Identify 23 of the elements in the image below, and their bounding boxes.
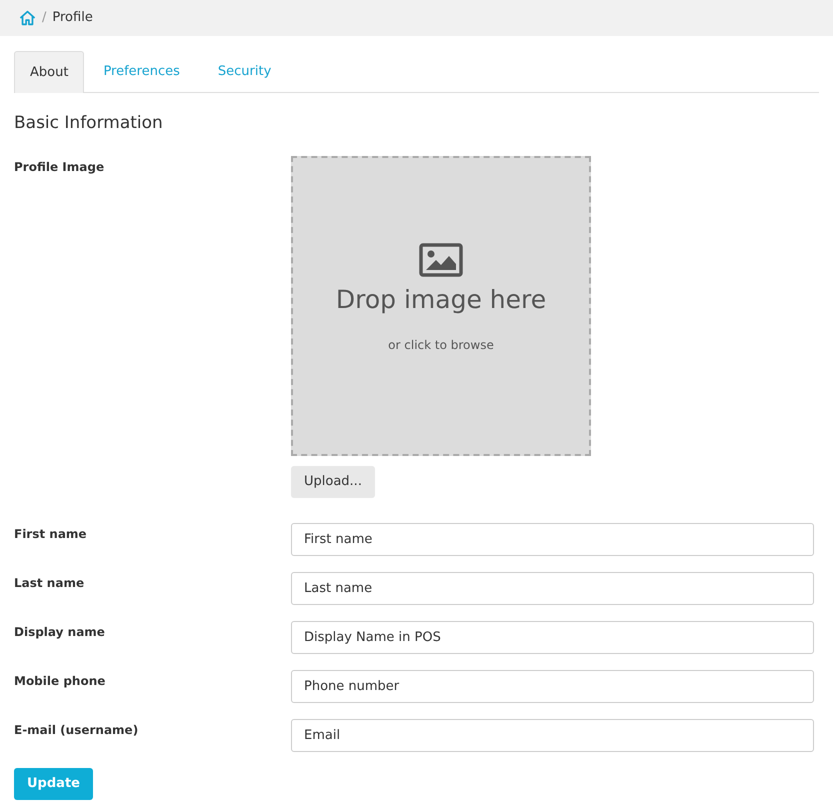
input-field[interactable]: Email bbox=[291, 718, 814, 752]
field-label: Display name bbox=[14, 624, 106, 641]
browse-text: or click to browse bbox=[388, 337, 494, 354]
input-field[interactable]: Phone number bbox=[291, 670, 814, 702]
input-field[interactable]: Display Name in POS bbox=[291, 620, 814, 654]
tab[interactable]: About bbox=[14, 51, 84, 93]
breadcrumb-separator: / bbox=[42, 9, 46, 28]
image-icon bbox=[419, 242, 463, 277]
field-label: Mobile phone bbox=[14, 672, 106, 690]
breadcrumb-current: Profile bbox=[52, 9, 93, 28]
field-label: Profile Image bbox=[14, 158, 106, 176]
section-title: Basic Information bbox=[14, 112, 164, 135]
drop-text: Drop image here bbox=[336, 284, 546, 316]
home-icon[interactable] bbox=[19, 10, 36, 26]
field-label: E-mail (username) bbox=[14, 722, 140, 738]
input-field[interactable]: Last name bbox=[291, 572, 814, 604]
input-field[interactable]: First name bbox=[291, 522, 814, 556]
field-label: Last name bbox=[14, 574, 86, 592]
field-label: First name bbox=[14, 526, 88, 542]
image-dropzone[interactable]: Drop image here or click to browse bbox=[291, 156, 591, 456]
tab[interactable]: Preferences bbox=[84, 51, 199, 92]
tab[interactable]: Security bbox=[198, 51, 290, 92]
upload-button[interactable]: Upload... bbox=[291, 466, 375, 498]
